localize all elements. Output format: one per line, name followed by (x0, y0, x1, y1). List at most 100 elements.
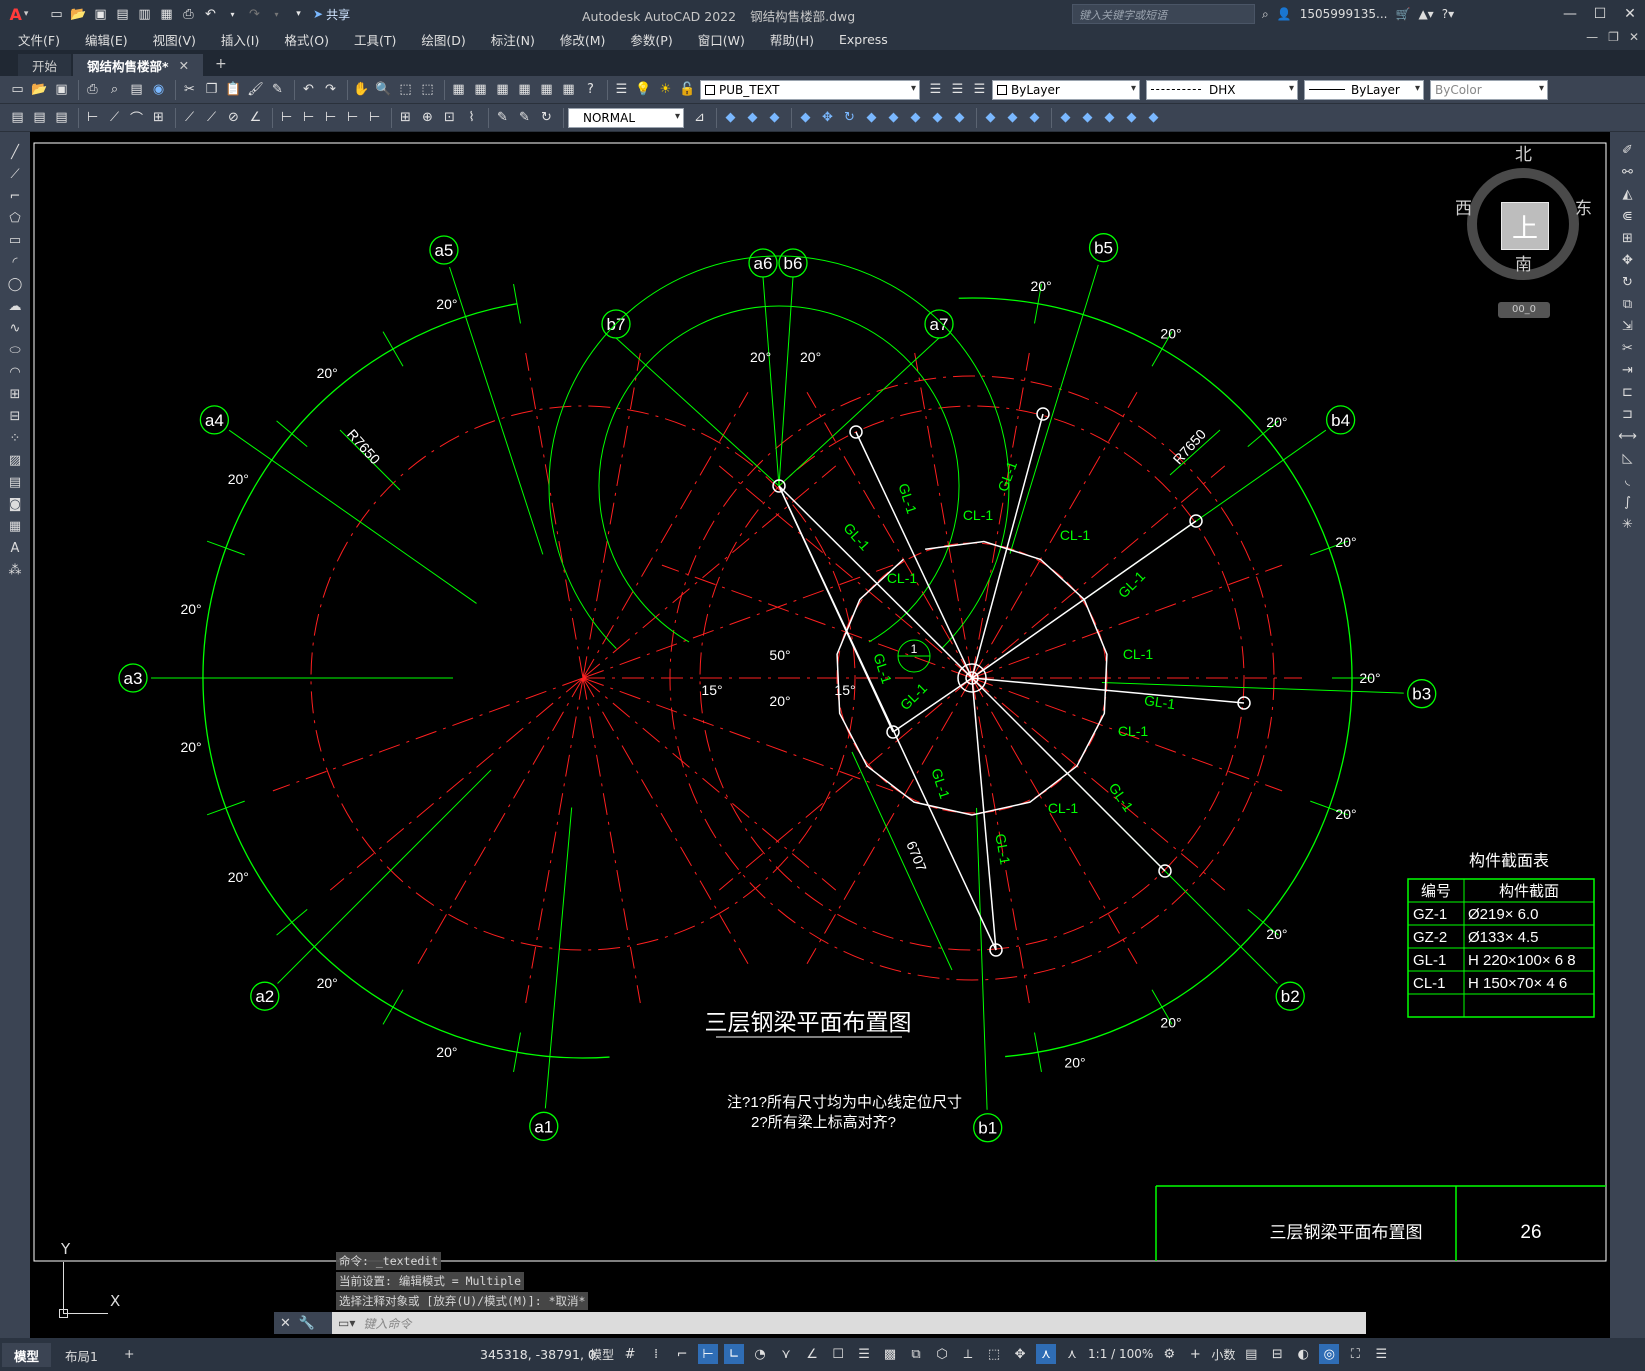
aligned-dim-icon[interactable]: ⟋ (105, 108, 124, 127)
markup-icon[interactable]: ▦ (537, 80, 556, 99)
zoom-window-icon[interactable]: ⬚ (396, 80, 415, 99)
close-tab-icon[interactable]: ✕ (179, 58, 189, 73)
move-icon[interactable]: ✥ (1619, 252, 1637, 269)
doc-close-button[interactable]: ✕ (1629, 30, 1639, 44)
saveas-icon[interactable]: ▤ (114, 6, 131, 22)
modify-blend-icon[interactable]: ◆ (1078, 108, 1097, 127)
paste-icon[interactable]: 📋 (224, 80, 243, 99)
cut-icon[interactable]: ✂ (180, 80, 199, 99)
new-icon[interactable]: ▭ (48, 6, 65, 22)
ellipse-icon[interactable]: ⬭ (6, 342, 24, 359)
make-current-layer-icon[interactable]: ☰ (926, 80, 945, 99)
sheet-set-icon[interactable]: ▦ (515, 80, 534, 99)
cart-icon[interactable]: 🛒 (1395, 7, 1410, 21)
close-button[interactable]: ✕ (1615, 0, 1645, 28)
save-icon[interactable]: ▣ (92, 6, 109, 22)
undo-icon[interactable]: ↶ (202, 6, 219, 22)
grid-icon[interactable]: # (620, 1344, 640, 1364)
modify-copy-icon[interactable]: ◆ (721, 108, 740, 127)
menu-view[interactable]: 视图(V) (153, 30, 196, 49)
publish-icon[interactable]: ▤ (127, 80, 146, 99)
layer-previous-icon[interactable]: ☰ (948, 80, 967, 99)
modify-mirror-icon[interactable]: ◆ (743, 108, 762, 127)
angular-dim-icon[interactable]: ∠ (246, 108, 265, 127)
tab-drawing[interactable]: 钢结构售楼部* ✕ (73, 54, 204, 76)
modify-explode-icon[interactable]: ◆ (1025, 108, 1044, 127)
hatch-icon[interactable]: ▨ (6, 452, 24, 469)
isolate-objects-icon[interactable]: ◐ (1293, 1344, 1313, 1364)
modify-array-icon[interactable]: ◆ (796, 108, 815, 127)
gradient-icon[interactable]: ▤ (6, 474, 24, 491)
layer-properties-icon[interactable]: ☰ (612, 80, 631, 99)
menu-window[interactable]: 窗口(W) (698, 30, 745, 49)
units-dropdown[interactable]: 小数 (1211, 1346, 1235, 1363)
calculator-icon[interactable]: ▦ (559, 80, 578, 99)
menu-edit[interactable]: 编辑(E) (85, 30, 128, 49)
ortho-icon[interactable]: ∟ (724, 1344, 745, 1364)
drawing-utility-icon[interactable]: ▤ (8, 108, 27, 127)
tab-model[interactable]: 模型 (2, 1342, 52, 1367)
dim-break-icon[interactable]: ⊢ (365, 108, 384, 127)
web-icon[interactable]: ◉ (149, 80, 168, 99)
break-icon[interactable]: ⊐ (1619, 406, 1637, 423)
drawing-utility3-icon[interactable]: ▤ (52, 108, 71, 127)
drawing-utility2-icon[interactable]: ▤ (30, 108, 49, 127)
dynamic-input-icon[interactable]: ⊢ (698, 1344, 719, 1364)
qnew-icon[interactable]: ▭ (8, 80, 27, 99)
hardware-acceleration-icon[interactable]: ◎ (1319, 1344, 1340, 1364)
layer-state-icon[interactable]: ☰ (970, 80, 989, 99)
selection-cycling-icon[interactable]: ⧉ (906, 1344, 926, 1364)
menu-draw[interactable]: 绘图(D) (421, 30, 465, 49)
dim-update-icon[interactable]: ↻ (537, 108, 556, 127)
modify-fillet-icon[interactable]: ◆ (981, 108, 1000, 127)
tab-start[interactable]: 开始 (18, 54, 72, 76)
menu-insert[interactable]: 插入(I) (221, 30, 259, 49)
viewcube[interactable]: 上 北 南 西 东 00_0 (1455, 140, 1595, 340)
copy-icon[interactable]: ⚯ (1619, 164, 1637, 181)
preview-icon[interactable]: ⌕ (105, 80, 124, 99)
design-center-icon[interactable]: ▦ (471, 80, 490, 99)
continue-dim-icon[interactable]: ⊢ (321, 108, 340, 127)
customize-qat-icon[interactable]: ▾ (290, 6, 307, 22)
break-at-point-icon[interactable]: ⊏ (1619, 384, 1637, 401)
dimedit-icon[interactable]: ✎ (493, 108, 512, 127)
search-icon[interactable]: ⌕ (1262, 7, 1269, 22)
isodraft-icon[interactable]: ⋎ (776, 1344, 796, 1364)
text-style-dropdown[interactable]: NORMAL ▾ (568, 107, 684, 128)
region-icon[interactable]: ◙ (6, 496, 24, 513)
modify-rotate-icon[interactable]: ↻ (840, 108, 859, 127)
line-icon[interactable]: ╱ (6, 144, 24, 161)
customization-icon[interactable]: ☰ (1371, 1344, 1391, 1364)
customize-icon[interactable]: 🔧 (299, 1316, 315, 1331)
infer-constraints-icon[interactable]: ⌐ (672, 1344, 692, 1364)
array-icon[interactable]: ⊞ (1619, 230, 1637, 247)
arc-icon[interactable]: ◜ (6, 254, 24, 271)
chamfer-icon[interactable]: ◺ (1619, 450, 1637, 467)
fillet-icon[interactable]: ◟ (1619, 472, 1637, 489)
dim-style-icon[interactable]: ⊿ (690, 108, 709, 127)
match-properties-icon[interactable]: 🖌 (246, 80, 265, 99)
doc-minimize-button[interactable]: — (1586, 30, 1598, 44)
help-icon[interactable]: ?▾ (1442, 7, 1454, 21)
circle-icon[interactable]: ◯ (6, 276, 24, 293)
polar-tracking-icon[interactable]: ◔ (750, 1344, 770, 1364)
undo-icon[interactable]: ↶ (299, 80, 318, 99)
revcloud-icon[interactable]: ☁ (6, 298, 24, 315)
3d-osnap-icon[interactable]: ⬡ (932, 1344, 952, 1364)
table-icon[interactable]: ▦ (6, 518, 24, 535)
command-input[interactable]: 键入命令 (355, 1315, 1366, 1332)
open-icon[interactable]: 📂 (30, 80, 49, 99)
clean-screen-icon[interactable]: ⛶ (1345, 1344, 1365, 1364)
recent-commands-icon[interactable]: ▭▾ (332, 1316, 355, 1330)
quick-dim-icon[interactable]: ⊢ (277, 108, 296, 127)
menu-file[interactable]: 文件(F) (18, 30, 60, 49)
annotation-monitor-icon[interactable]: + (1185, 1344, 1205, 1364)
modify-trim-icon[interactable]: ◆ (906, 108, 925, 127)
viewcube-top-face[interactable]: 上 (1501, 202, 1549, 250)
menu-parametric[interactable]: 参数(P) (630, 30, 672, 49)
rectangle-icon[interactable]: ▭ (6, 232, 24, 249)
modify-pedit-icon[interactable]: ◆ (1122, 108, 1141, 127)
redo-dropdown-icon[interactable]: ▾ (268, 6, 285, 22)
wcs-menu[interactable]: 00_0 (1498, 302, 1550, 318)
open-icon[interactable]: 📂 (70, 6, 87, 22)
